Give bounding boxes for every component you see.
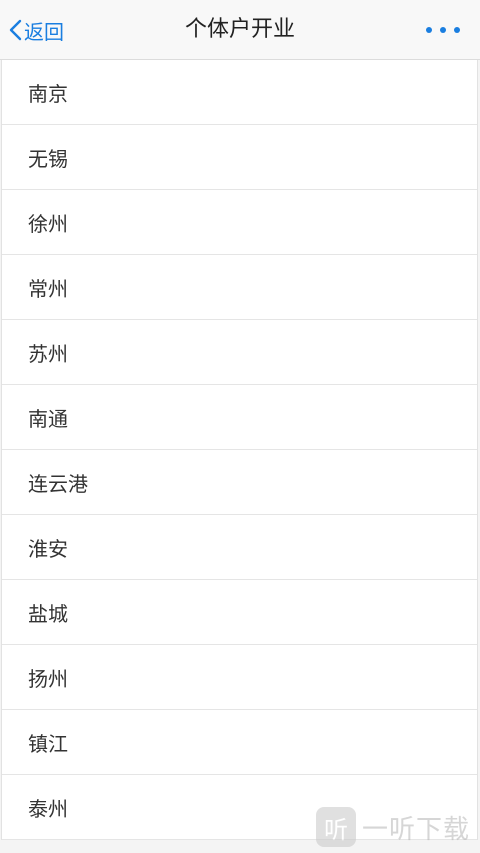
city-label: 无锡 [28,146,68,171]
nav-bar: 返回 个体户开业 [0,0,480,60]
city-label: 盐城 [28,601,68,626]
city-label: 南京 [28,81,68,106]
city-item-xuzhou[interactable]: 徐州 [2,190,477,255]
city-item-nanjing[interactable]: 南京 [2,60,477,125]
city-label: 镇江 [28,731,68,756]
city-item-wuxi[interactable]: 无锡 [2,125,477,190]
city-label: 苏州 [28,341,68,366]
city-item-lianyungang[interactable]: 连云港 [2,450,477,515]
city-item-changzhou[interactable]: 常州 [2,255,477,320]
city-item-taizhou[interactable]: 泰州 [2,775,477,840]
back-label: 返回 [24,19,64,44]
city-label: 扬州 [28,666,68,691]
city-label: 南通 [28,406,68,431]
more-dots-icon [426,27,432,33]
back-button[interactable]: 返回 [8,14,64,46]
city-label: 常州 [28,276,68,301]
chevron-left-icon [9,19,22,41]
more-options-button[interactable] [426,20,460,40]
city-item-nantong[interactable]: 南通 [2,385,477,450]
city-item-yancheng[interactable]: 盐城 [2,580,477,645]
city-label: 徐州 [28,211,68,236]
city-label: 泰州 [28,796,68,821]
page-title: 个体户开业 [184,17,295,42]
city-item-zhenjiang[interactable]: 镇江 [2,710,477,775]
city-item-huaian[interactable]: 淮安 [2,515,477,580]
city-item-suzhou[interactable]: 苏州 [2,320,477,385]
city-label: 连云港 [28,471,88,496]
screen: 返回 个体户开业 南京 无锡 徐州 常州 苏州 南通 连云港 淮安 盐城 扬州 … [0,0,480,853]
more-dots-icon [454,27,460,33]
more-dots-icon [440,27,446,33]
city-label: 淮安 [28,536,68,561]
city-list: 南京 无锡 徐州 常州 苏州 南通 连云港 淮安 盐城 扬州 镇江 泰州 [1,60,478,840]
city-item-yangzhou[interactable]: 扬州 [2,645,477,710]
